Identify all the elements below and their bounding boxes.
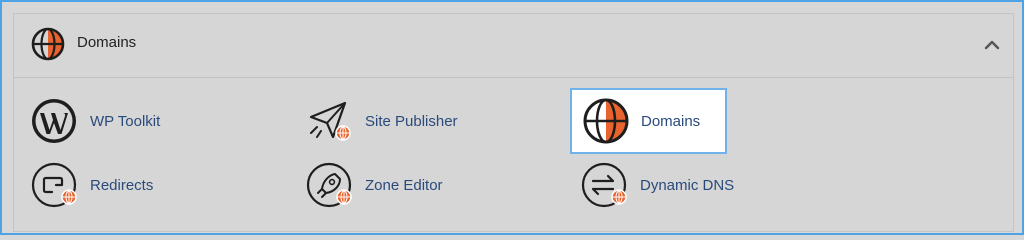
tool-label: Zone Editor	[365, 176, 443, 194]
wordpress-icon	[30, 97, 80, 145]
section-header[interactable]: Domains	[14, 14, 1013, 78]
tool-wp-toolkit[interactable]: WP Toolkit	[30, 97, 230, 145]
tool-site-publisher[interactable]: Site Publisher	[305, 97, 535, 145]
chevron-up-icon[interactable]	[983, 36, 1001, 54]
rocket-globe-icon	[305, 161, 355, 209]
redirect-globe-icon	[30, 161, 80, 209]
tool-zone-editor[interactable]: Zone Editor	[305, 161, 535, 209]
tool-label: Domains	[641, 112, 701, 130]
tool-domains[interactable]: Domains	[570, 88, 727, 154]
swap-arrows-globe-icon	[580, 161, 630, 209]
globe-icon	[30, 26, 66, 62]
tool-label: Dynamic DNS	[640, 176, 735, 194]
section-title: Domains	[77, 34, 137, 51]
tool-label: Site Publisher	[365, 112, 458, 130]
app-frame: Domains WP Toolkit Site Publisher Domain…	[0, 0, 1024, 235]
tool-label: WP Toolkit	[90, 112, 161, 130]
tool-redirects[interactable]: Redirects	[30, 161, 230, 209]
domains-section-panel: Domains WP Toolkit Site Publisher Domain…	[13, 13, 1014, 232]
tool-label: Redirects	[90, 176, 154, 194]
globe-icon	[581, 96, 631, 146]
tool-dynamic-dns[interactable]: Dynamic DNS	[580, 161, 810, 209]
paper-plane-globe-icon	[305, 97, 355, 145]
